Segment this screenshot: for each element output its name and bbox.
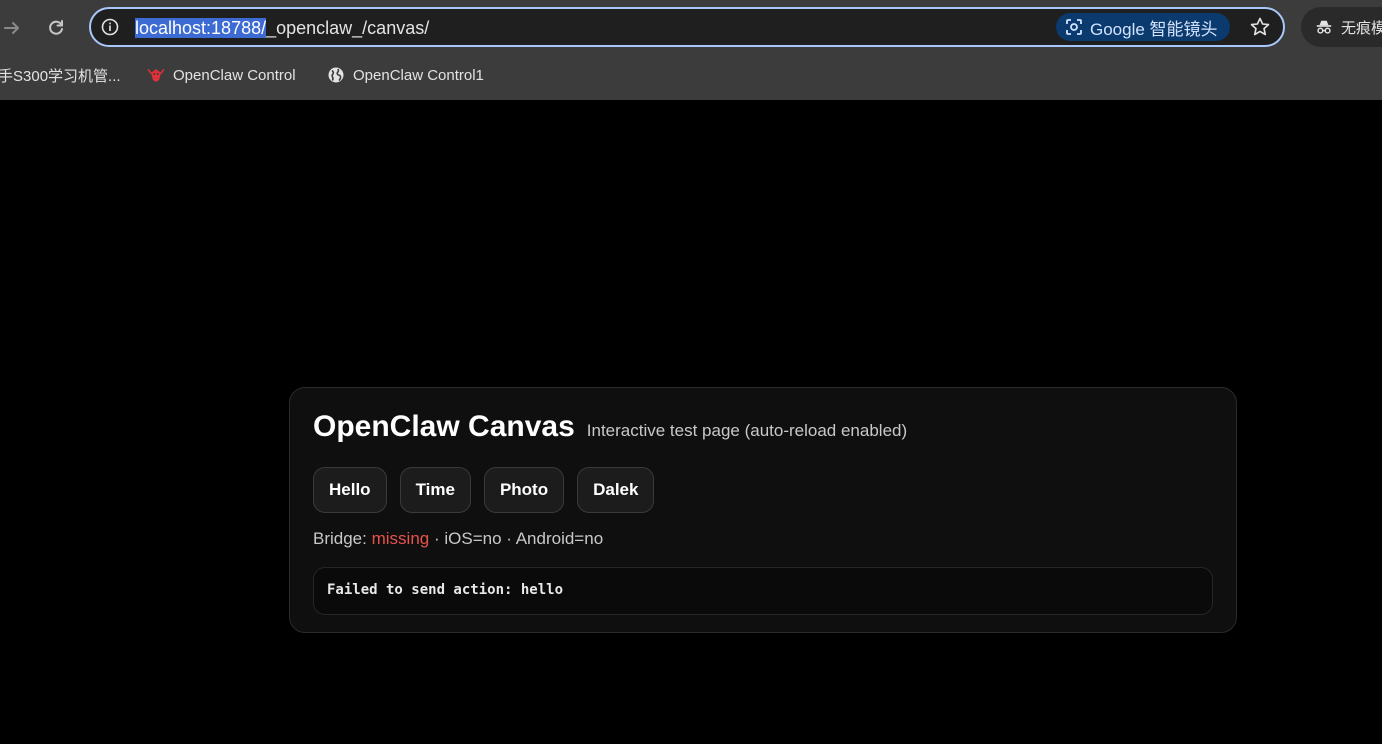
bookmarks-bar: 手S300学习机管... OpenClaw Control OpenClaw C… [0,60,1382,90]
bookmark-item[interactable]: OpenClaw Control [147,64,296,86]
globe-icon [328,67,344,83]
reload-button[interactable] [42,14,70,42]
lobster-favicon-icon [147,69,165,82]
bridge-label: Bridge: [313,529,367,548]
url-selected-text: localhost:18788/ [135,18,267,38]
bridge-value: missing [371,529,430,548]
forward-button[interactable] [0,14,26,42]
site-info-icon[interactable] [101,18,119,36]
incognito-label: 无痕模式 [1340,19,1382,37]
bookmark-item[interactable]: OpenClaw Control1 [327,64,484,86]
bookmark-label: OpenClaw Control1 [353,66,484,84]
address-bar[interactable]: localhost:18788/_openclaw_/canvas/ Googl… [89,7,1285,47]
photo-button[interactable]: Photo [483,467,565,513]
bookmark-star-icon[interactable] [1249,16,1271,38]
dalek-button[interactable]: Dalek [577,467,655,513]
hello-button[interactable]: Hello [313,467,387,513]
lens-label: Google 智能镜头 [1090,19,1218,39]
page-subtitle: Interactive test page (auto-reload enabl… [586,421,908,440]
incognito-icon [1316,20,1332,34]
bridge-status: Bridge: missing · iOS=no · Android=no [313,529,603,549]
page-title: OpenClaw Canvas [313,410,575,443]
canvas-card: OpenClaw Canvas Interactive test page (a… [289,387,1237,633]
title-row: OpenClaw Canvas Interactive test page (a… [313,410,907,444]
time-button[interactable]: Time [399,467,471,513]
google-lens-button[interactable]: Google 智能镜头 [1056,13,1230,41]
ios-status: · iOS=no [433,529,502,548]
bookmark-item[interactable]: 手S300学习机管... [0,64,121,86]
arrow-right-icon [4,22,19,34]
browser-chrome: localhost:18788/_openclaw_/canvas/ Googl… [0,0,1382,100]
reload-icon [49,20,63,35]
bookmark-label: 手S300学习机管... [0,67,121,85]
log-output: Failed to send action: hello [313,567,1213,615]
action-buttons: Hello Time Photo Dalek [313,467,655,513]
browser-toolbar: localhost:18788/_openclaw_/canvas/ Googl… [0,0,1382,56]
url-rest-text: _openclaw_/canvas/ [266,18,430,38]
android-status: · Android=no [506,529,604,548]
incognito-indicator[interactable]: 无痕模式 [1301,7,1382,47]
bookmark-label: OpenClaw Control [173,66,296,84]
url-text[interactable]: localhost:18788/_openclaw_/canvas/ [135,18,429,38]
lens-icon [1066,19,1082,35]
